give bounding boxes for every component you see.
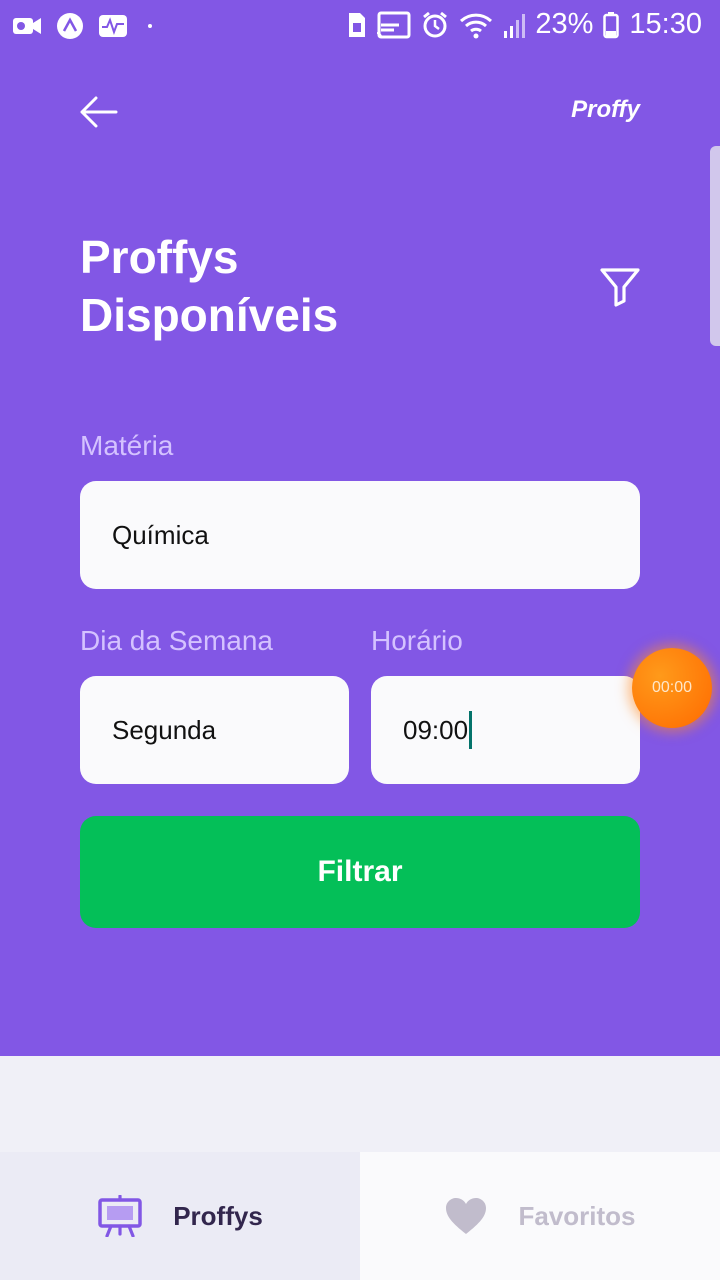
easel-icon — [98, 1195, 142, 1237]
back-button[interactable] — [78, 94, 118, 130]
sim-icon — [349, 12, 366, 37]
subject-label: Matéria — [80, 430, 174, 461]
filter-toggle-button[interactable] — [598, 264, 642, 308]
clock: 15:30 — [629, 8, 702, 40]
battery-icon — [603, 11, 620, 38]
alarm-icon — [423, 11, 448, 37]
tab-proffys[interactable]: Proffys — [0, 1152, 360, 1280]
brand-logo: Proffy — [571, 96, 640, 123]
tab-favoritos-label: Favoritos — [518, 1200, 636, 1231]
weekday-label: Dia da Semana — [80, 625, 274, 656]
tab-proffys-label: Proffys — [173, 1200, 263, 1231]
bottom-tab-bar: Proffys Favoritos — [0, 1152, 720, 1280]
app-logo-icon — [57, 13, 83, 39]
heart-icon — [446, 1198, 487, 1234]
tab-favoritos[interactable]: Favoritos — [360, 1152, 720, 1280]
arrow-left-icon — [80, 96, 118, 128]
subject-value: Química — [112, 519, 209, 550]
filter-icon — [600, 268, 640, 307]
weekday-value: Segunda — [112, 714, 217, 745]
page-title: Proffys Disponíveis — [80, 228, 500, 344]
text-caret — [469, 711, 473, 749]
page-title-line2: Disponíveis — [80, 289, 339, 341]
battery-percent: 23% — [535, 8, 594, 40]
activity-icon — [99, 15, 127, 37]
cast-icon — [377, 11, 411, 38]
edge-panel-handle[interactable] — [710, 146, 720, 346]
signal-icon — [504, 13, 526, 38]
page-title-line1: Proffys — [80, 231, 239, 283]
wifi-icon — [460, 13, 493, 38]
filter-submit-button[interactable]: Filtrar — [80, 816, 640, 928]
time-input[interactable]: 09:00 — [371, 676, 640, 784]
video-call-icon — [13, 18, 41, 34]
timer-overlay-badge[interactable]: 00:00 — [632, 648, 712, 728]
time-value: 09:00 — [403, 714, 469, 745]
status-bar: 23% 15:30 — [0, 0, 720, 52]
subject-select[interactable]: Química — [80, 481, 640, 589]
notification-dot-icon — [148, 24, 152, 28]
time-label: Horário — [371, 625, 463, 656]
weekday-select[interactable]: Segunda — [80, 676, 349, 784]
